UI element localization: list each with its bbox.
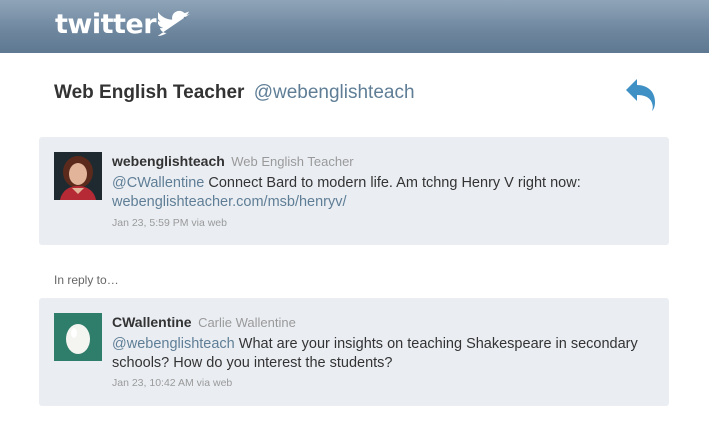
twitter-bird-icon <box>158 10 191 36</box>
tweet-card: webenglishteach Web English Teacher @CWa… <box>39 137 669 245</box>
url-link[interactable]: webenglishteacher.com/msb/henryv/ <box>112 194 347 210</box>
username[interactable]: webenglishteach <box>112 153 225 169</box>
in-reply-to-label: In reply to… <box>54 273 119 287</box>
tweet-text: @webenglishteach What are your insights … <box>112 335 657 373</box>
tweet-text: @CWallentine Connect Bard to modern life… <box>112 174 657 212</box>
avatar[interactable] <box>54 313 102 361</box>
tweet-card: CWallentine Carlie Wallentine @webenglis… <box>39 298 669 406</box>
twitter-logo[interactable]: twitter <box>55 9 192 40</box>
tweet-header: webenglishteach Web English Teacher <box>112 153 354 171</box>
header-handle[interactable]: @webenglishteach <box>254 82 415 103</box>
header-name[interactable]: Web English Teacher <box>54 82 244 103</box>
logo-text: twitter <box>55 9 157 40</box>
fullname: Carlie Wallentine <box>198 315 296 330</box>
tweet-meta[interactable]: Jan 23, 5:59 PM via web <box>112 217 227 229</box>
default-egg-icon <box>54 313 102 361</box>
avatar[interactable] <box>54 152 102 200</box>
username[interactable]: CWallentine <box>112 314 192 330</box>
tweet-body: Connect Bard to modern life. Am tchng He… <box>204 175 581 191</box>
tweet-header: CWallentine Carlie Wallentine <box>112 314 296 332</box>
teacher-photo-icon <box>54 152 102 200</box>
page-title: Web English Teacher @webenglishteach <box>54 82 415 104</box>
fullname: Web English Teacher <box>231 154 354 169</box>
mention-link[interactable]: @webenglishteach <box>112 336 235 352</box>
top-bar: twitter <box>0 0 709 53</box>
mention-link[interactable]: @CWallentine <box>112 175 204 191</box>
tweet-meta[interactable]: Jan 23, 10:42 AM via web <box>112 377 232 389</box>
reply-icon[interactable] <box>624 77 658 113</box>
